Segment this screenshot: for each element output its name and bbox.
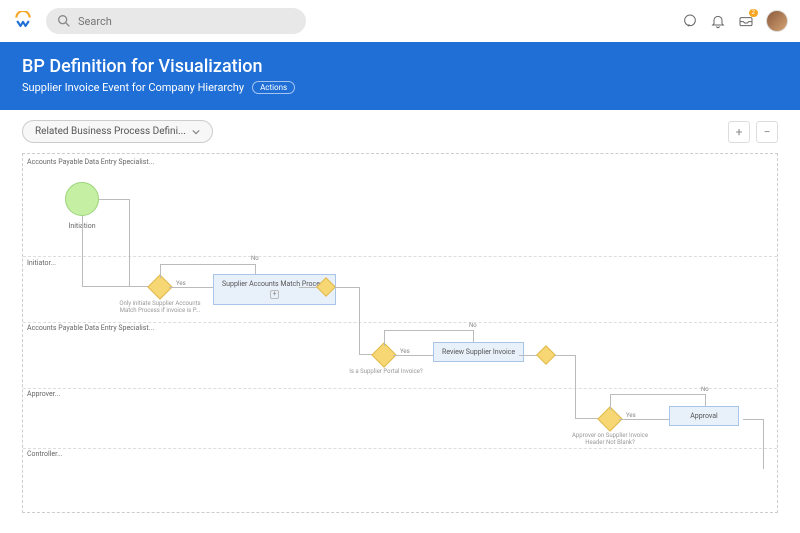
avatar[interactable] (766, 10, 788, 32)
node-review[interactable]: Review Supplier Invoice (433, 342, 524, 362)
gateway-merge-2[interactable] (536, 345, 556, 365)
related-bp-dropdown[interactable]: Related Business Process Defini... (22, 120, 213, 143)
gateway-1-condition: Only initiate Supplier Accounts Match Pr… (115, 300, 205, 314)
page-title: BP Definition for Visualization (22, 56, 778, 77)
edge-no: No (701, 386, 709, 393)
lane-label: Accounts Payable Data Entry Specialist..… (27, 158, 154, 166)
node-initiation[interactable] (65, 182, 99, 216)
inbox-icon[interactable]: 2 (738, 13, 754, 29)
bell-icon[interactable] (710, 13, 726, 29)
lane-label: Approver... (27, 390, 60, 398)
inbox-badge: 2 (749, 9, 758, 17)
gateway-3-condition: Approver on Supplier Invoice Header Not … (565, 432, 655, 446)
lane-label: Accounts Payable Data Entry Specialist..… (27, 324, 154, 332)
expand-icon[interactable]: + (270, 290, 279, 299)
edge-yes: Yes (176, 280, 186, 287)
zoom-out-button[interactable]: − (756, 121, 778, 143)
search-box[interactable] (46, 8, 306, 34)
edge-no: No (251, 255, 259, 262)
chevron-down-icon (192, 128, 200, 136)
chat-icon[interactable] (682, 13, 698, 29)
search-input[interactable] (78, 15, 296, 28)
actions-button[interactable]: Actions (252, 81, 295, 94)
bp-diagram-canvas[interactable]: Accounts Payable Data Entry Specialist..… (22, 153, 778, 513)
zoom-in-button[interactable]: + (728, 121, 750, 143)
lane-label: Controller... (27, 450, 63, 458)
search-icon (56, 13, 72, 29)
workday-logo[interactable] (12, 10, 34, 32)
edge-no: No (469, 322, 477, 329)
node-approval[interactable]: Approval (669, 406, 739, 426)
edge-yes: Yes (626, 412, 636, 419)
edge-yes: Yes (400, 348, 410, 355)
gateway-2-condition: Is a Supplier Portal Invoice? (341, 368, 431, 375)
page-subtitle: Supplier Invoice Event for Company Hiera… (22, 81, 244, 94)
lane-label: Initiator... (27, 259, 56, 267)
